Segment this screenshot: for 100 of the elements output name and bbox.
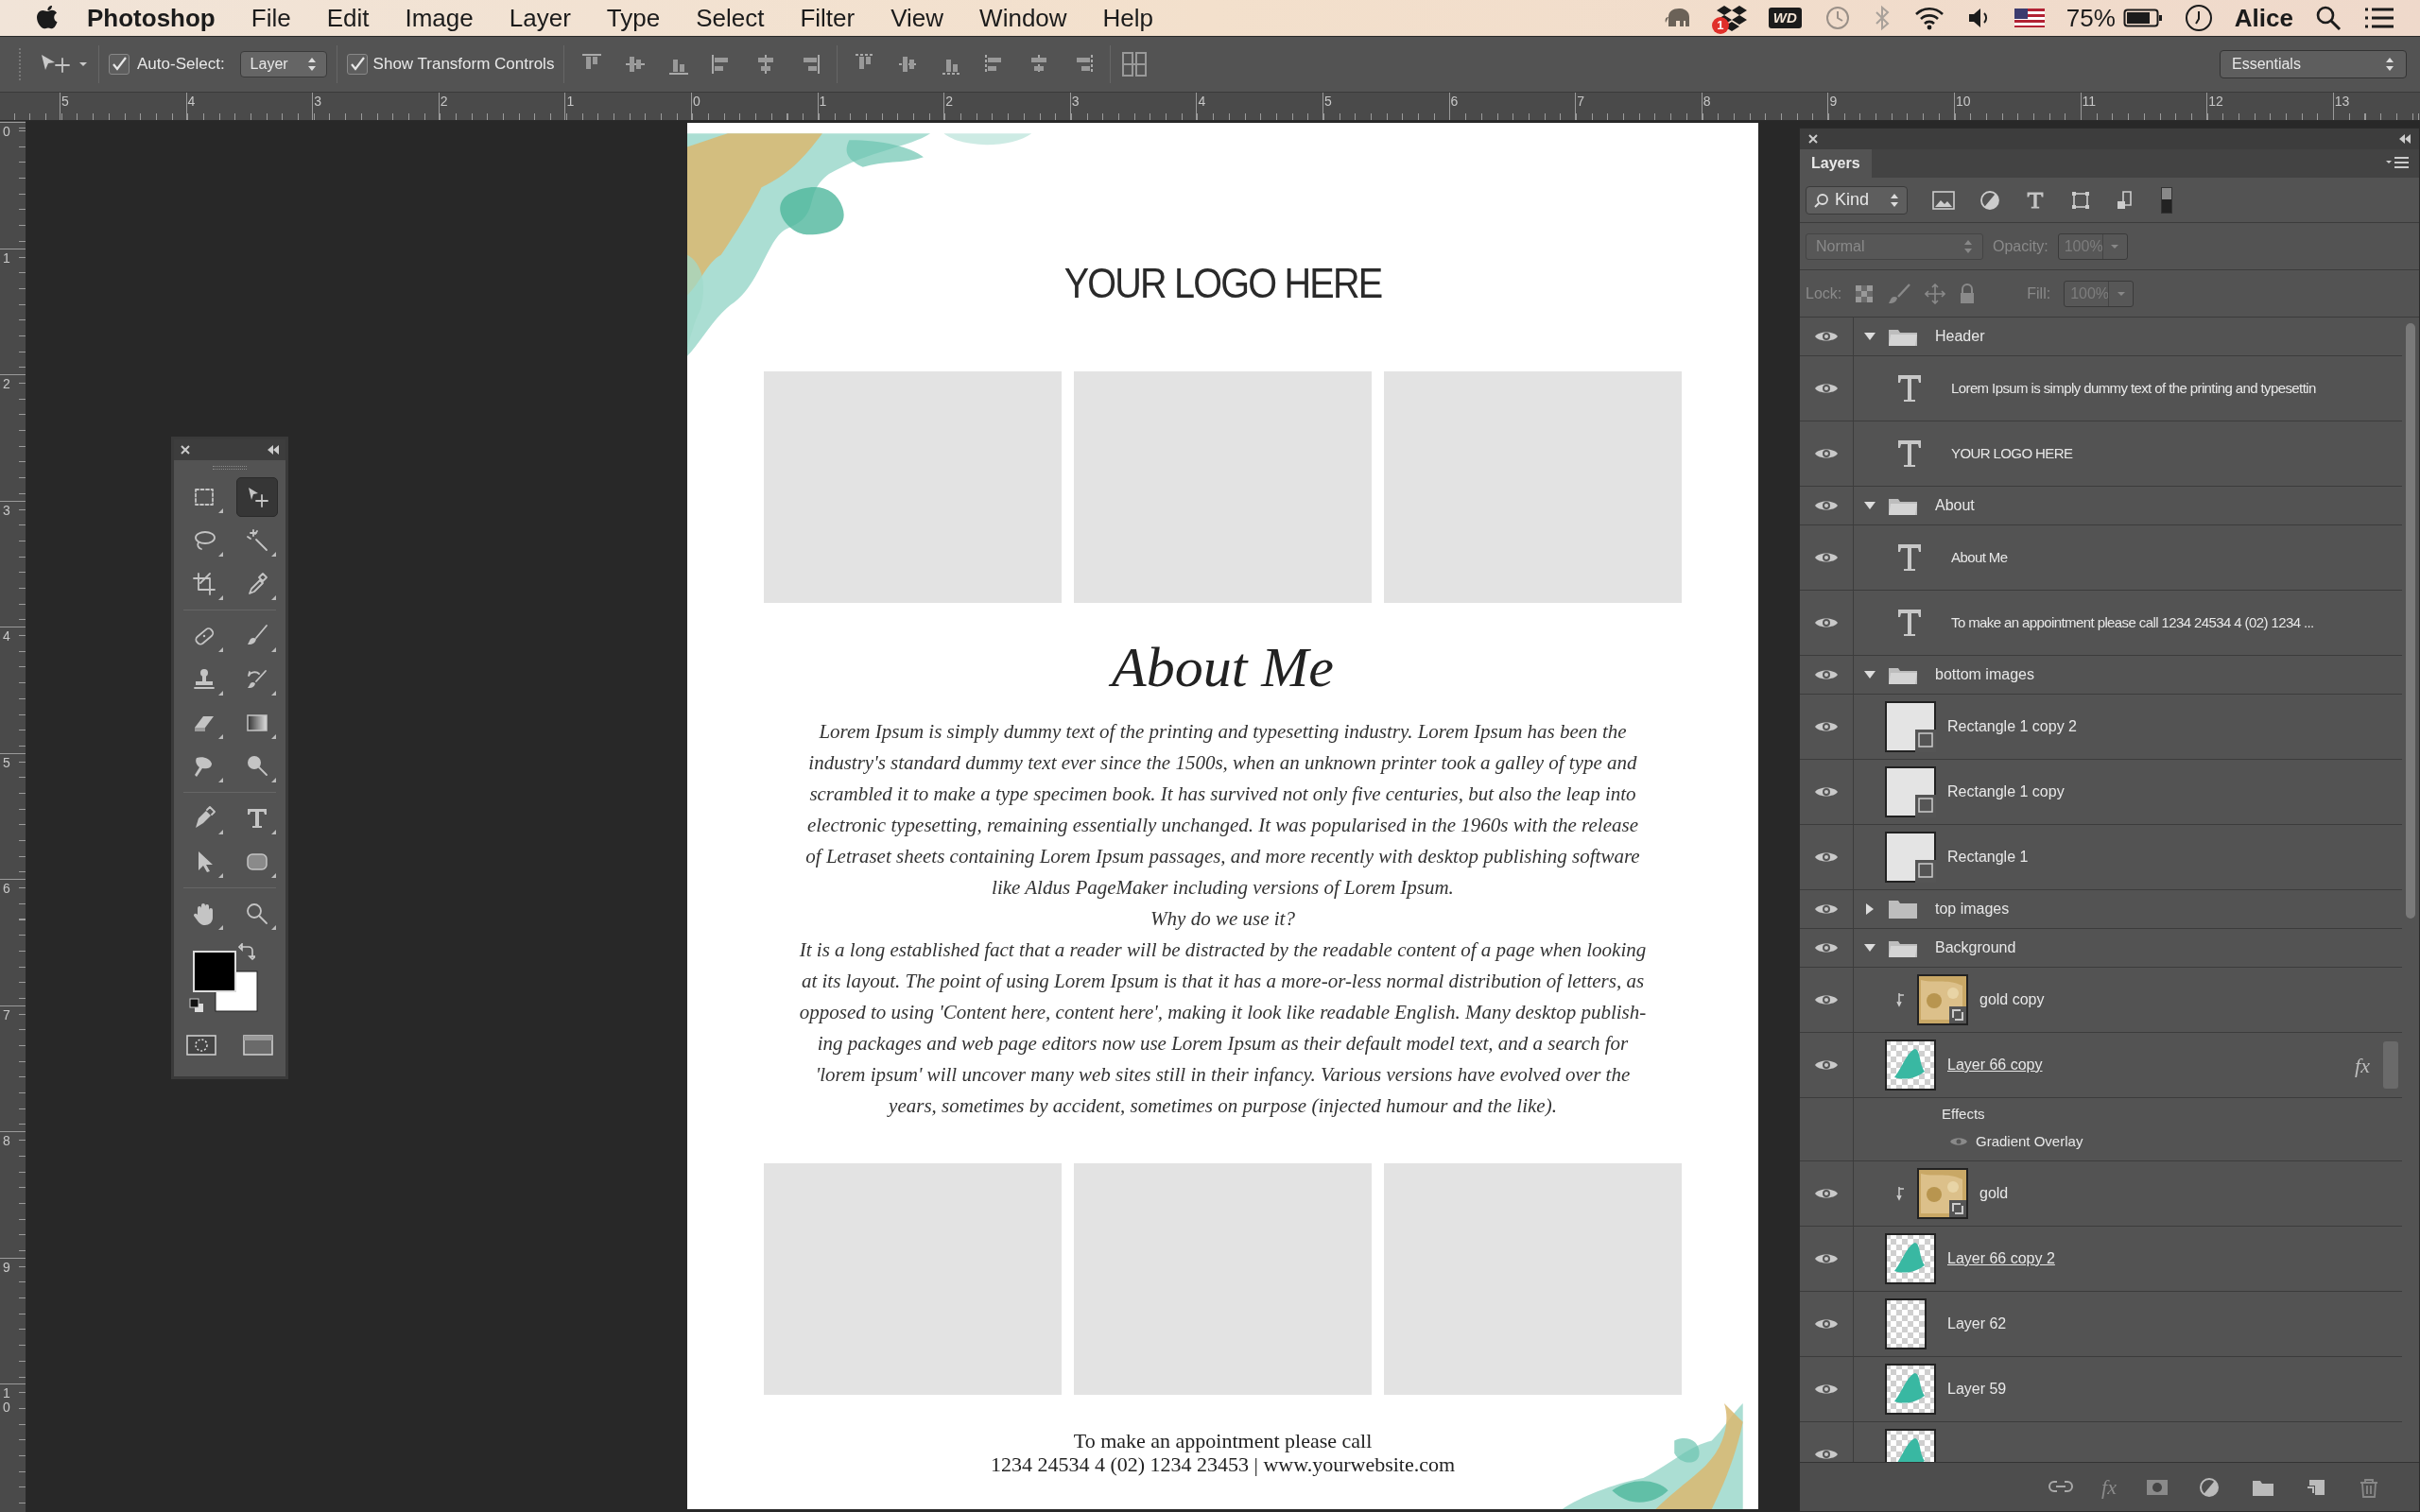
layer-name[interactable]: Rectangle 1 copy 2 bbox=[1947, 715, 2077, 738]
menu-item[interactable]: Select bbox=[696, 0, 765, 37]
menu-item[interactable]: Help bbox=[1102, 0, 1154, 37]
clock-icon[interactable] bbox=[2183, 3, 2214, 33]
menu-item[interactable]: Type bbox=[606, 0, 661, 37]
drive-badge[interactable]: WD bbox=[1768, 8, 1802, 28]
menu-item[interactable]: File bbox=[251, 0, 291, 37]
panel-menu-icon[interactable] bbox=[2385, 156, 2410, 171]
layer-name[interactable]: About Me bbox=[1951, 546, 2008, 569]
fx-label: fx bbox=[2355, 1052, 2370, 1079]
ruler-number: 2 bbox=[3, 377, 11, 392]
group-name[interactable]: Background bbox=[1935, 936, 2016, 959]
ruler-number: 13 bbox=[2334, 94, 2350, 109]
menu-item[interactable]: Window bbox=[979, 0, 1067, 37]
group-name[interactable]: bottom images bbox=[1935, 663, 2034, 686]
ruler-number: 7 bbox=[1577, 94, 1584, 109]
kind-filter-dropdown[interactable]: Kind bbox=[1806, 185, 1908, 215]
ruler-number: 10 bbox=[3, 1386, 11, 1416]
default-colors-icon[interactable] bbox=[189, 998, 204, 1013]
checkbox-label: Show Transform Controls bbox=[372, 54, 555, 76]
ruler-number: 7 bbox=[3, 1007, 11, 1022]
menu-item[interactable]: Edit bbox=[326, 0, 370, 37]
checkbox[interactable] bbox=[109, 54, 130, 75]
updown-icon bbox=[1963, 238, 1973, 254]
layer-name[interactable]: gold copy bbox=[1979, 988, 2045, 1011]
ruler-number: 8 bbox=[1703, 94, 1711, 109]
lock-transparency-icon[interactable] bbox=[1855, 284, 1875, 303]
workspace-dropdown[interactable]: Essentials bbox=[2220, 50, 2407, 78]
layer-name[interactable]: Rectangle 1 bbox=[1947, 846, 2029, 868]
search-icon[interactable] bbox=[2314, 4, 2342, 32]
adjustment-filter-icon[interactable] bbox=[1979, 189, 2000, 211]
checkbox[interactable] bbox=[346, 54, 368, 75]
paragraph: It is a long established fact that a reader will be distracted by the readable content of a page when looking at its layout. The point of using Lorem Ipsum is that it has a more-or-less normal distribution of letters, as opposed to using 'Content here, content here', making it look like readable English. Many desktop publish- ing packages and web page editors now use Lorem Ipsum as their default model text, and a search for 'lorem ipsum' will uncover many web sites still in their infancy. Various versions have evolved over the years, sometimes by accident, sometimes on purpose (injected humour and the like). bbox=[799, 937, 1647, 1119]
collapse-icon[interactable] bbox=[267, 444, 280, 455]
ruler-number: 1 bbox=[566, 94, 575, 109]
app-menu[interactable]: Photoshop bbox=[87, 0, 216, 37]
ruler-number: 1 bbox=[819, 94, 827, 109]
footer-text: To make an appointment please call bbox=[1073, 1429, 1373, 1452]
layer-dropdown[interactable]: Layer bbox=[239, 51, 327, 77]
ruler-number: 0 bbox=[3, 125, 11, 140]
updown-icon bbox=[2385, 57, 2394, 72]
group-name[interactable]: top images bbox=[1935, 898, 2010, 920]
battery-icon[interactable] bbox=[2122, 8, 2163, 28]
filter-toggle[interactable] bbox=[2161, 186, 2172, 214]
brush-stroke-thumbnail bbox=[1885, 1233, 1936, 1284]
ruler-number: 10 bbox=[1956, 94, 1971, 109]
move-tool-button[interactable] bbox=[236, 477, 278, 517]
layer-name[interactable]: Layer 62 bbox=[1947, 1313, 2007, 1335]
dodge-tool-icon bbox=[245, 754, 269, 779]
layer-name[interactable]: gold bbox=[1979, 1182, 2009, 1205]
flag-icon[interactable] bbox=[2013, 7, 2046, 29]
user-name[interactable]: Alice bbox=[2234, 0, 2293, 37]
ruler-number: 9 bbox=[3, 1260, 11, 1275]
ruler-number: 1 bbox=[3, 250, 11, 266]
ruler-number: 2 bbox=[945, 94, 953, 109]
layer-name[interactable]: To make an appointment please call 1234 24534 4 (02) 1234 ... bbox=[1951, 611, 2314, 634]
ruler-number: 5 bbox=[3, 755, 11, 770]
shape-filter-icon[interactable] bbox=[2070, 189, 2091, 211]
ruler-number: 5 bbox=[1324, 94, 1332, 109]
group-name[interactable]: About bbox=[1935, 494, 1975, 517]
layer-name[interactable]: Rectangle 1 copy bbox=[1947, 781, 2065, 803]
effects-label: Effects bbox=[1942, 1105, 1986, 1124]
layer-name[interactable]: Layer 66 copy 2 bbox=[1947, 1247, 2055, 1270]
layer-name[interactable]: YOUR LOGO HERE bbox=[1951, 442, 2073, 465]
menu-item[interactable]: Filter bbox=[800, 0, 856, 37]
layer-name[interactable]: Layer 59 bbox=[1947, 1378, 2007, 1400]
stamp-icon bbox=[192, 667, 216, 692]
close-icon[interactable] bbox=[180, 444, 191, 455]
scrollbar-thumb[interactable] bbox=[2406, 323, 2415, 919]
menu-item[interactable]: Layer bbox=[509, 0, 571, 37]
auto-align-icon[interactable] bbox=[1120, 50, 1150, 78]
paragraph: Lorem Ipsum is simply dummy text of the printing and typesetting industry. Lorem Ipsum has been the industry's standard dummy text ever since the 1500s, when an unknown printer took a galley of type and scrambled it to make a type specimen book. It has survived not only five centuries, but also the leap into electronic typesetting, remaining essentially unchanged. It was popularised in the 1960s with the release of Letraset sheets containing Lorem Ipsum passages, and more recently with desktop publishing software like Aldus PageMaker including versions of Lorem Ipsum. bbox=[805, 719, 1640, 901]
effect-name[interactable]: Gradient Overlay bbox=[1976, 1130, 2083, 1152]
screen-mode-icon[interactable] bbox=[242, 1032, 274, 1058]
ruler-number: 3 bbox=[3, 503, 11, 518]
ruler-number: 12 bbox=[2208, 94, 2223, 109]
logo-text: YOUR LOGO HERE bbox=[1063, 259, 1382, 308]
layer-name[interactable]: Lorem Ipsum is simply dummy text of the printing and typesettin bbox=[1951, 377, 2316, 400]
dropdown-arrow-icon bbox=[2116, 290, 2126, 297]
ruler-number: 2 bbox=[440, 94, 448, 109]
updown-icon bbox=[306, 57, 317, 72]
lasso-tool-icon bbox=[192, 528, 216, 553]
dropdown-arrow-icon bbox=[2110, 243, 2120, 249]
layers-tab[interactable]: Layers bbox=[1800, 149, 1872, 178]
ruler-number: 0 bbox=[693, 94, 700, 109]
image-filter-icon[interactable] bbox=[1932, 190, 1955, 210]
collapse-icon[interactable] bbox=[2398, 133, 2411, 145]
menu-item[interactable]: Image bbox=[405, 0, 474, 37]
footer-text: 1234 24534 4 (02) 1234 23453 | www.yourwebsite.com bbox=[990, 1452, 1456, 1476]
close-icon[interactable] bbox=[1807, 133, 1819, 145]
menu-icon[interactable] bbox=[2363, 6, 2395, 30]
menu-item[interactable]: View bbox=[890, 0, 944, 37]
layer-name[interactable]: Layer 66 copy bbox=[1947, 1054, 2043, 1076]
swap-colors-icon[interactable] bbox=[238, 943, 255, 960]
color-swatches[interactable] bbox=[193, 951, 259, 1013]
texture-thumbnail bbox=[1917, 974, 1968, 1025]
quick-mask-icon[interactable] bbox=[185, 1032, 217, 1058]
magic-wand-icon bbox=[245, 528, 269, 553]
ruler-number: 4 bbox=[187, 94, 196, 109]
group-name[interactable]: Header bbox=[1935, 325, 1985, 348]
